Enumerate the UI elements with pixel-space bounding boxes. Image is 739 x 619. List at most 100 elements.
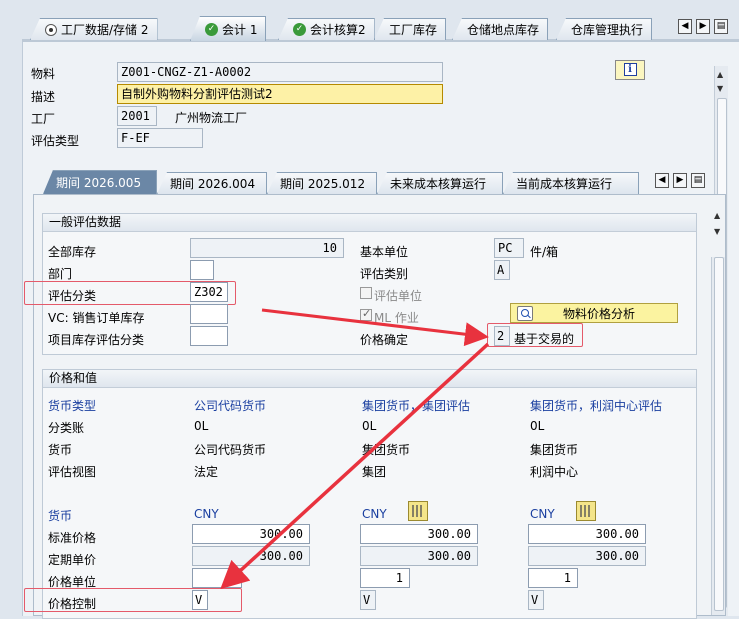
- company-code-currency-header: 公司代码货币: [194, 399, 267, 413]
- tab-list-button[interactable]: ▤: [714, 19, 728, 34]
- scroll-thumb[interactable]: [714, 257, 724, 611]
- ledger-label: 分类账: [48, 421, 85, 435]
- radio-icon: [45, 23, 57, 36]
- content-scrollbar[interactable]: ▲ ▼: [711, 211, 725, 615]
- calculator-icon[interactable]: [576, 501, 596, 521]
- tab-period-2026-005[interactable]: 期间 2026.005: [43, 170, 157, 194]
- vc-sales-order-stock-label: VC: 销售订单库存: [48, 311, 145, 325]
- standard-price-field[interactable]: 300.00: [528, 524, 646, 544]
- price-unit-field[interactable]: 1: [528, 568, 578, 588]
- magnifier-icon: [517, 305, 533, 321]
- currency-value: CNY: [530, 507, 555, 521]
- price-determination-text: 基于交易的: [514, 332, 575, 346]
- price-determination-field: 2: [494, 326, 510, 346]
- scroll-down-icon[interactable]: ▼: [717, 84, 723, 93]
- division-label: 部门: [48, 267, 73, 281]
- tab-plant-stock[interactable]: 工厂库存: [374, 18, 447, 40]
- price-control-label: 价格控制: [48, 597, 97, 611]
- info-button[interactable]: i: [615, 60, 645, 80]
- tab-storage-location-stock[interactable]: 仓储地点库存: [452, 18, 549, 40]
- periodic-price-field: 300.00: [528, 546, 646, 566]
- project-stock-valclass-field[interactable]: [190, 326, 228, 346]
- tab-period-2025-012[interactable]: 期间 2025.012: [267, 172, 377, 194]
- tab-plant-data-storage[interactable]: 工厂数据/存储 2: [30, 18, 158, 40]
- standard-price-field[interactable]: 300.00: [192, 524, 310, 544]
- price-unit-field[interactable]: 1: [360, 568, 410, 588]
- calculator-icon[interactable]: [408, 501, 428, 521]
- total-stock-label: 全部库存: [48, 245, 97, 259]
- price-control-field: V: [528, 590, 544, 610]
- valuation-view-label: 评估视图: [48, 465, 97, 479]
- valuation-unit-label: 评估单位: [374, 289, 423, 303]
- plant-label: 工厂: [31, 112, 56, 126]
- period-scroll-left-button[interactable]: ◀: [655, 173, 669, 188]
- top-tab-strip: 工厂数据/存储 2 ✓ 会计 1 ✓ 会计核算2 工厂库存 仓储地点库存 仓库管…: [0, 0, 739, 42]
- price-unit-field[interactable]: [192, 568, 242, 588]
- tab-label: 会计 1: [222, 22, 258, 37]
- division-field[interactable]: [190, 260, 214, 280]
- material-label: 物料: [31, 67, 56, 81]
- valuation-unit-checkbox: [360, 287, 372, 299]
- currency-row-label: 货币: [48, 443, 73, 457]
- description-field[interactable]: 自制外购物料分割评估测试2: [117, 84, 443, 104]
- info-icon: i: [623, 63, 637, 76]
- scroll-up-icon[interactable]: ▲: [714, 211, 720, 220]
- valuation-view-value: 集团: [362, 465, 387, 479]
- valuation-view-value: 利润中心: [530, 465, 579, 479]
- vc-sales-order-stock-field[interactable]: [190, 304, 228, 324]
- tab-label: 会计核算2: [310, 23, 366, 37]
- valuation-class-label: 评估分类: [48, 289, 97, 303]
- price-control-field[interactable]: V: [192, 590, 208, 610]
- tab-label: 期间 2026.005: [56, 176, 142, 190]
- period-tab-content: 一般评估数据 全部库存 10 基本单位 PC 件/箱 部门 评估类别 A 评估分…: [24, 194, 726, 619]
- ledger-value: 0L: [530, 419, 545, 433]
- tab-label: 工厂数据/存储 2: [61, 23, 149, 37]
- tab-future-costing[interactable]: 未来成本核算运行: [377, 172, 503, 194]
- tab-costing-2[interactable]: ✓ 会计核算2: [278, 18, 375, 40]
- period-scroll-right-button[interactable]: ▶: [673, 173, 687, 188]
- valuation-category-field: A: [494, 260, 510, 280]
- project-stock-valclass-label: 项目库存评估分类: [48, 333, 145, 347]
- tab-scroll-right-button[interactable]: ▶: [696, 19, 710, 34]
- base-unit-text: 件/箱: [530, 245, 559, 259]
- tab-label: 期间 2026.004: [170, 177, 256, 191]
- plant-name: 广州物流工厂: [175, 111, 248, 125]
- currency-value: CNY: [362, 507, 387, 521]
- material-price-analysis-button[interactable]: 物料价格分析: [510, 303, 678, 323]
- tab-warehouse-mgmt[interactable]: 仓库管理执行: [556, 18, 653, 40]
- check-icon: ✓: [293, 23, 306, 36]
- ml-checkbox: [360, 307, 372, 321]
- valuation-view-value: 法定: [194, 465, 219, 479]
- profit-center-currency-header: 集团货币，利润中心评估: [530, 399, 663, 413]
- tab-current-costing[interactable]: 当前成本核算运行: [503, 172, 639, 194]
- description-label: 描述: [31, 90, 56, 104]
- tab-accounting-1[interactable]: ✓ 会计 1: [190, 16, 267, 41]
- periodic-price-field: 300.00: [360, 546, 478, 566]
- currency-row-value: 公司代码货币: [194, 443, 267, 457]
- scroll-down-icon[interactable]: ▼: [714, 227, 720, 236]
- valuation-type-label: 评估类型: [31, 134, 80, 148]
- main-panel: 物料 Z001-CNGZ-Z1-A0002 i 描述 自制外购物料分割评估测试2…: [22, 42, 739, 619]
- tab-period-2026-004[interactable]: 期间 2026.004: [157, 172, 267, 194]
- material-price-analysis-label: 物料价格分析: [563, 306, 636, 321]
- tab-label: 未来成本核算运行: [390, 177, 487, 191]
- standard-price-field[interactable]: 300.00: [360, 524, 478, 544]
- ml-label: ML 作业: [374, 311, 419, 325]
- total-stock-field: 10: [190, 238, 344, 258]
- scroll-up-icon[interactable]: ▲: [717, 70, 723, 79]
- group-currency-header: 集团货币，集团评估: [362, 399, 471, 413]
- tab-label: 仓储地点库存: [467, 23, 540, 37]
- tab-label: 期间 2025.012: [280, 177, 366, 191]
- check-icon: ✓: [205, 22, 218, 36]
- group-title: 价格和值: [43, 370, 696, 388]
- tab-scroll-left-button[interactable]: ◀: [678, 19, 692, 34]
- plant-code-field: 2001: [117, 106, 157, 126]
- valuation-class-field[interactable]: Z302: [190, 282, 228, 302]
- price-control-field: V: [360, 590, 376, 610]
- group-title: 一般评估数据: [43, 214, 696, 232]
- ledger-value: 0L: [194, 419, 209, 433]
- currency-type-header: 货币类型: [48, 399, 97, 413]
- period-list-button[interactable]: ▤: [691, 173, 705, 188]
- material-field: Z001-CNGZ-Z1-A0002: [117, 62, 443, 82]
- base-unit-field: PC: [494, 238, 524, 258]
